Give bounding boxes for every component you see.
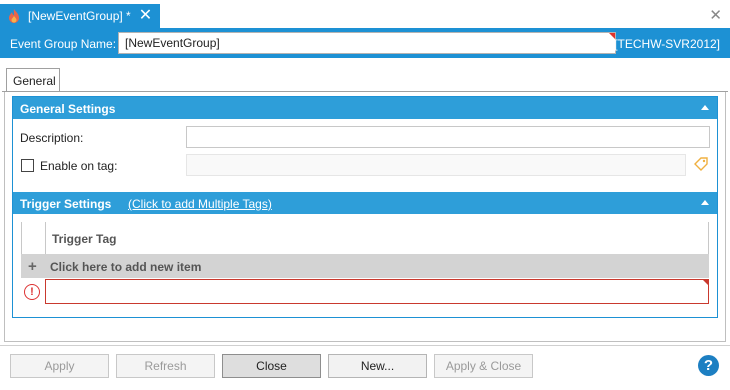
- grid-left-border: [21, 222, 22, 254]
- new-button[interactable]: New...: [328, 354, 427, 378]
- trigger-settings-title: Trigger Settings: [20, 197, 112, 211]
- enable-on-tag-label: Enable on tag:: [40, 159, 118, 173]
- apply-button[interactable]: Apply: [10, 354, 109, 378]
- window-close-icon[interactable]: ✕: [709, 6, 722, 24]
- server-name: [TECHW-SVR2012]: [614, 37, 720, 51]
- button-bar-divider: [0, 345, 730, 346]
- tag-input[interactable]: [186, 154, 686, 176]
- description-label: Description:: [20, 131, 84, 145]
- tab-general[interactable]: General: [6, 68, 60, 91]
- header-bar: Event Group Name: [TECHW-SVR2012]: [0, 28, 730, 58]
- close-button[interactable]: Close: [222, 354, 321, 378]
- document-tab-title: [NewEventGroup] *: [28, 9, 131, 23]
- column-header-trigger-tag[interactable]: Trigger Tag: [52, 232, 116, 246]
- general-settings-title: General Settings: [20, 102, 116, 116]
- error-icon: !: [24, 284, 40, 300]
- collapse-up-icon[interactable]: [701, 105, 709, 110]
- general-settings-header[interactable]: General Settings: [13, 97, 717, 119]
- document-tab[interactable]: [NewEventGroup] * ✕: [0, 4, 160, 28]
- enable-on-tag-checkbox[interactable]: [21, 159, 34, 172]
- grid-header: Trigger Tag: [45, 222, 709, 254]
- validation-corner-marker: [703, 280, 708, 285]
- description-input[interactable]: [186, 126, 710, 148]
- new-trigger-tag-row[interactable]: [45, 279, 709, 304]
- plus-icon: +: [28, 258, 37, 275]
- event-group-name-label: Event Group Name:: [10, 37, 117, 51]
- help-icon[interactable]: ?: [698, 355, 719, 376]
- apply-close-button[interactable]: Apply & Close: [434, 354, 533, 378]
- flame-icon: [9, 9, 19, 23]
- tag-icon[interactable]: [694, 157, 708, 171]
- trigger-settings-header[interactable]: Trigger Settings (Click to add Multiple …: [13, 192, 717, 214]
- collapse-up-icon[interactable]: [701, 200, 709, 205]
- add-multiple-tags-link[interactable]: (Click to add Multiple Tags): [128, 197, 272, 211]
- refresh-button[interactable]: Refresh: [116, 354, 215, 378]
- event-group-name-input[interactable]: [118, 32, 616, 54]
- tab-close-icon[interactable]: ✕: [139, 8, 152, 24]
- add-new-item-text: Click here to add new item: [50, 260, 202, 274]
- add-new-item-row[interactable]: + Click here to add new item: [21, 254, 709, 278]
